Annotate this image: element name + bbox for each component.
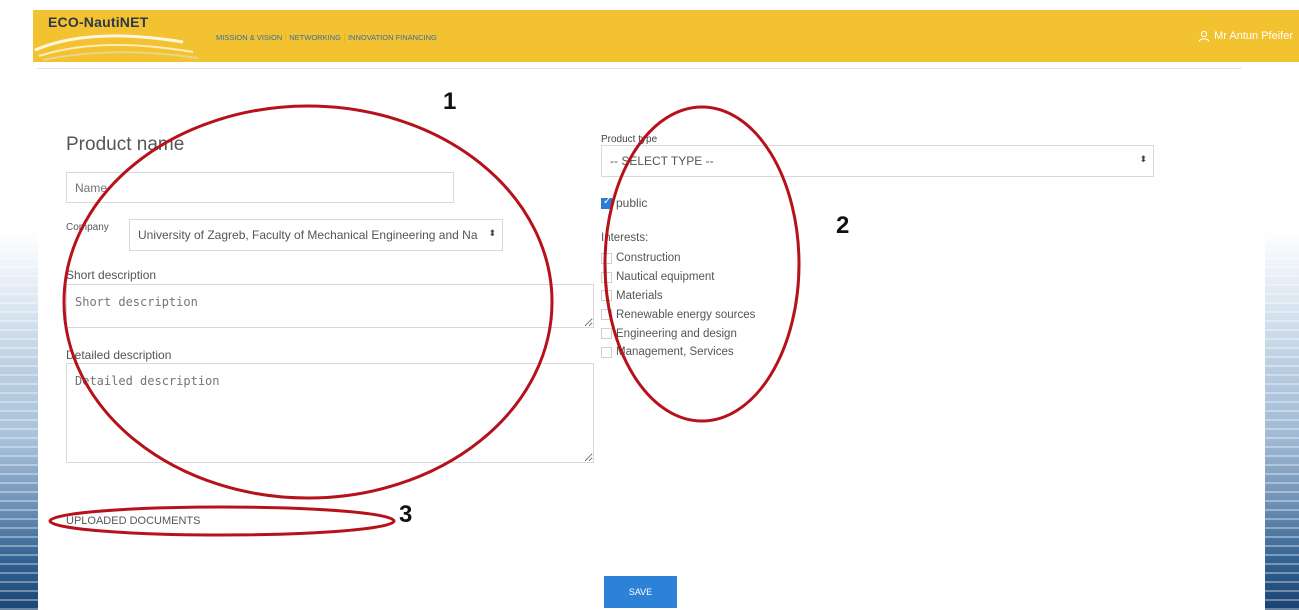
header-divider <box>37 68 1242 69</box>
public-checkbox[interactable] <box>601 196 612 209</box>
interest-item[interactable]: Nautical equipment <box>601 268 755 287</box>
nav-mission-vision[interactable]: MISSION & VISION <box>213 33 287 42</box>
logo-swoosh-icon <box>34 34 199 61</box>
interest-label: Engineering and design <box>616 327 737 340</box>
product-type-label: Product type <box>601 134 658 145</box>
interest-label: Construction <box>616 252 681 265</box>
user-icon <box>1198 30 1210 42</box>
interest-checkbox[interactable] <box>601 290 612 302</box>
interest-item[interactable]: Engineering and design <box>601 324 755 343</box>
interest-label: Renewable energy sources <box>616 308 756 321</box>
logo[interactable]: ECO-NautiNET <box>33 10 208 62</box>
interest-item[interactable]: Management, Services <box>601 343 755 362</box>
interest-checkbox[interactable] <box>601 271 612 283</box>
company-select[interactable]: University of Zagreb, Faculty of Mechani… <box>129 219 503 251</box>
interest-checkbox[interactable] <box>601 346 612 358</box>
main-nav: MISSION & VISION NETWORKING INNOVATION F… <box>213 33 440 42</box>
nav-innovation-financing[interactable]: INNOVATION FINANCING <box>345 33 440 42</box>
short-description-input[interactable] <box>66 284 594 328</box>
interests-list: Construction Nautical equipment Material… <box>601 249 755 362</box>
interest-checkbox[interactable] <box>601 252 612 264</box>
interest-label: Materials <box>616 289 663 302</box>
annotation-number-1: 1 <box>443 88 457 115</box>
short-description-label: Short description <box>66 268 157 282</box>
product-type-value: -- SELECT TYPE -- <box>610 154 714 168</box>
user-name: Mr Antun Pfeifer <box>1214 30 1293 42</box>
user-menu[interactable]: Mr Antun Pfeifer <box>1198 30 1293 42</box>
top-header: ECO-NautiNET MISSION & VISION NETWORKING… <box>33 10 1299 62</box>
interest-item[interactable]: Materials <box>601 287 755 306</box>
detailed-description-input[interactable] <box>66 363 594 463</box>
interests-label: Interests: <box>601 232 649 244</box>
left-water-background <box>0 230 38 610</box>
interest-checkbox[interactable] <box>601 328 612 340</box>
save-button[interactable]: SAVE <box>604 576 677 608</box>
interest-label: Management, Services <box>616 346 734 359</box>
annotation-number-3: 3 <box>399 501 413 528</box>
company-label: Company <box>66 222 109 233</box>
uploaded-documents-link[interactable]: UPLOADED DOCUMENTS <box>66 515 200 527</box>
product-type-select[interactable]: -- SELECT TYPE -- ⬍ <box>601 145 1154 177</box>
public-label: public <box>616 196 648 210</box>
nav-networking[interactable]: NETWORKING <box>286 33 345 42</box>
public-checkbox-row[interactable]: public <box>601 196 647 210</box>
interest-item[interactable]: Renewable energy sources <box>601 305 755 324</box>
company-select-value: University of Zagreb, Faculty of Mechani… <box>138 228 478 242</box>
right-water-background <box>1265 230 1299 610</box>
interest-item[interactable]: Construction <box>601 249 755 268</box>
interest-label: Nautical equipment <box>616 271 715 284</box>
page-title: Product name <box>66 134 185 155</box>
name-input[interactable] <box>66 172 454 203</box>
detailed-description-label: Detailed description <box>66 348 172 362</box>
select-arrows-icon: ⬍ <box>486 228 496 239</box>
interest-checkbox[interactable] <box>601 309 612 321</box>
annotation-number-2: 2 <box>836 212 850 239</box>
select-arrows-icon: ⬍ <box>1137 154 1147 165</box>
